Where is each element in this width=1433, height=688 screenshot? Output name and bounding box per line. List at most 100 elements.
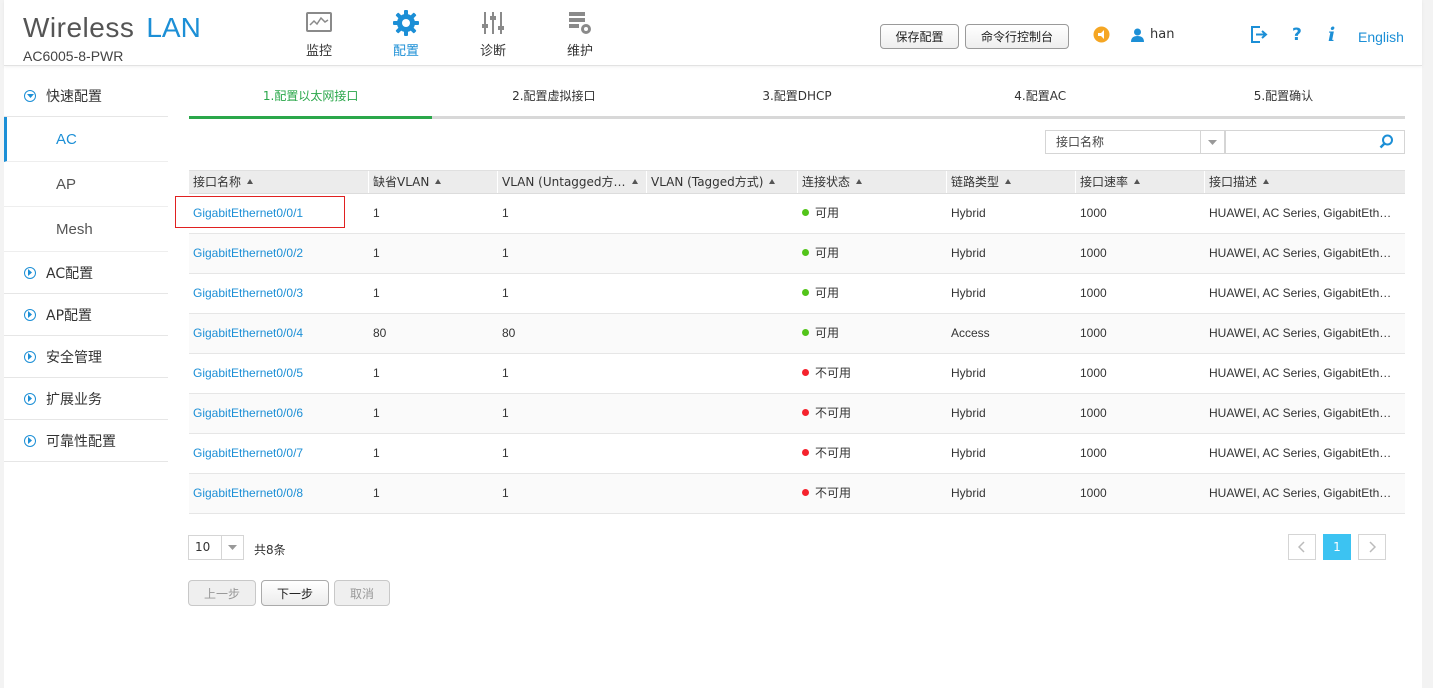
cell-link-type: Hybrid — [951, 246, 986, 260]
sidebar-item-label: 可靠性配置 — [46, 433, 116, 450]
wizard-step-3[interactable]: 3.配置DHCP — [675, 75, 918, 116]
table-row[interactable]: GigabitEthernet0/0/6 1 1 不可用 Hybrid 1000 HUAWE… — [189, 394, 1405, 434]
search-icon[interactable] — [1379, 134, 1394, 152]
sidebar-item-extended[interactable]: 扩展业务 — [4, 378, 168, 420]
col-header-desc[interactable]: 接口描述 — [1205, 171, 1405, 193]
nav-config[interactable]: 配置 — [376, 10, 436, 59]
cell-link-type: Hybrid — [951, 366, 986, 380]
sort-asc-icon — [435, 179, 442, 184]
cell-interface-name[interactable]: GigabitEthernet0/0/3 — [189, 274, 369, 313]
page-1-button[interactable]: 1 — [1323, 534, 1351, 560]
col-header-type[interactable]: 链路类型 — [947, 171, 1076, 193]
wizard-step-5[interactable]: 5.配置确认 — [1162, 75, 1405, 116]
alarm-icon[interactable] — [1093, 26, 1110, 46]
username[interactable]: han — [1150, 27, 1174, 42]
col-header-untagged[interactable]: VLAN (Untagged方… — [498, 171, 647, 193]
app-frame: Wireless LAN AC6005-8-PWR 监控 配置 诊断 维护 保存… — [4, 0, 1422, 688]
cell-tagged-vlan — [647, 314, 798, 353]
cancel-button[interactable]: 取消 — [334, 580, 390, 606]
sidebar-subitem-ac[interactable]: AC — [4, 117, 168, 162]
col-header-speed[interactable]: 接口速率 — [1076, 171, 1205, 193]
sidebar-item-reliability[interactable]: 可靠性配置 — [4, 420, 168, 462]
table-row[interactable]: GigabitEthernet0/0/3 1 1 可用 Hybrid 1000 HUAWEI… — [189, 274, 1405, 314]
cell-untagged-vlan: 1 — [502, 286, 509, 300]
cell-interface-name[interactable]: GigabitEthernet0/0/7 — [189, 434, 369, 473]
cell-description: HUAWEI, AC Series, GigabitEth… — [1209, 206, 1392, 220]
cli-console-button[interactable]: 命令行控制台 — [965, 24, 1069, 49]
status-down-dot — [802, 449, 809, 456]
cell-interface-name[interactable]: GigabitEthernet0/0/2 — [189, 234, 369, 273]
cell-link-type: Access — [951, 326, 990, 340]
status-down-dot — [802, 409, 809, 416]
cell-description: HUAWEI, AC Series, GigabitEth… — [1209, 446, 1392, 460]
cell-status: 不可用 — [798, 354, 947, 393]
nav-monitor[interactable]: 监控 — [289, 10, 349, 59]
sort-asc-icon — [247, 179, 254, 184]
sidebar-item-quick-config[interactable]: 快速配置 — [4, 75, 168, 117]
chevron-down-icon — [1200, 131, 1224, 153]
nav-maintain[interactable]: 维护 — [550, 10, 610, 59]
info-icon[interactable]: i — [1326, 24, 1338, 47]
next-page-button[interactable] — [1358, 534, 1386, 560]
cell-default-vlan: 1 — [373, 286, 380, 300]
cell-speed: 1000 — [1080, 326, 1107, 340]
col-header-tagged[interactable]: VLAN (Tagged方式) — [647, 171, 798, 193]
nav-maintain-label: 维护 — [566, 44, 593, 59]
logout-icon[interactable] — [1251, 26, 1268, 46]
cell-default-vlan: 1 — [373, 406, 380, 420]
cell-tagged-vlan — [647, 434, 798, 473]
cell-description: HUAWEI, AC Series, GigabitEth… — [1209, 246, 1392, 260]
chevron-right-icon — [1369, 541, 1376, 553]
sidebar-subitem-mesh[interactable]: Mesh — [4, 207, 168, 252]
gear-icon — [376, 10, 436, 36]
status-down-dot — [802, 369, 809, 376]
cell-status: 不可用 — [798, 394, 947, 433]
brand-title-part1: Wireless — [23, 12, 135, 43]
col-header-status[interactable]: 连接状态 — [798, 171, 947, 193]
svg-text:?: ? — [1292, 25, 1302, 44]
table-row[interactable]: GigabitEthernet0/0/1 1 1 可用 Hybrid 1000 HUAWEI… — [189, 194, 1405, 234]
cell-link-type: Hybrid — [951, 406, 986, 420]
search-input[interactable] — [1225, 130, 1405, 154]
cell-interface-name[interactable]: GigabitEthernet0/0/6 — [189, 394, 369, 433]
col-header-pvid[interactable]: 缺省VLAN — [369, 171, 498, 193]
sidebar-item-ap-config[interactable]: AP配置 — [4, 294, 168, 336]
page-size-select[interactable]: 10 — [188, 535, 244, 560]
cell-interface-name[interactable]: GigabitEthernet0/0/8 — [189, 474, 369, 513]
table-row[interactable]: GigabitEthernet0/0/5 1 1 不可用 Hybrid 1000 HUAWE… — [189, 354, 1405, 394]
table-row[interactable]: GigabitEthernet0/0/4 80 80 可用 Access 1000 HUAW… — [189, 314, 1405, 354]
cell-speed: 1000 — [1080, 446, 1107, 460]
search-field-select[interactable]: 接口名称 — [1045, 130, 1225, 154]
cell-untagged-vlan: 1 — [502, 206, 509, 220]
sidebar-subitem-ap[interactable]: AP — [4, 162, 168, 207]
table-row[interactable]: GigabitEthernet0/0/2 1 1 可用 Hybrid 1000 HUAWEI… — [189, 234, 1405, 274]
sidebar-item-ac-config[interactable]: AC配置 — [4, 252, 168, 294]
cell-interface-name[interactable]: GigabitEthernet0/0/1 — [189, 194, 369, 233]
wizard-step-2[interactable]: 2.配置虚拟接口 — [432, 75, 675, 116]
next-step-button[interactable]: 下一步 — [261, 580, 329, 606]
nav-diagnose[interactable]: 诊断 — [463, 10, 523, 59]
cell-description: HUAWEI, AC Series, GigabitEth… — [1209, 366, 1392, 380]
sidebar-item-label: 快速配置 — [46, 88, 102, 105]
sidebar-item-security[interactable]: 安全管理 — [4, 336, 168, 378]
wizard-step-1[interactable]: 1.配置以太网接口 — [189, 75, 433, 119]
cell-tagged-vlan — [647, 354, 798, 393]
cell-interface-name[interactable]: GigabitEthernet0/0/5 — [189, 354, 369, 393]
help-icon[interactable]: ? — [1290, 24, 1304, 47]
cell-status: 可用 — [798, 194, 947, 233]
col-header-name[interactable]: 接口名称 — [189, 171, 369, 193]
cell-status: 可用 — [798, 234, 947, 273]
table-row[interactable]: GigabitEthernet0/0/7 1 1 不可用 Hybrid 1000 HUAWE… — [189, 434, 1405, 474]
save-config-button[interactable]: 保存配置 — [880, 24, 959, 49]
cell-tagged-vlan — [647, 274, 798, 313]
cell-default-vlan: 1 — [373, 206, 380, 220]
language-switch[interactable]: English — [1358, 29, 1404, 45]
cell-interface-name[interactable]: GigabitEthernet0/0/4 — [189, 314, 369, 353]
wizard-step-4[interactable]: 4.配置AC — [919, 75, 1162, 116]
table-row[interactable]: GigabitEthernet0/0/8 1 1 不可用 Hybrid 1000 HUAWE… — [189, 474, 1405, 514]
interface-table: 接口名称 缺省VLAN VLAN (Untagged方… VLAN (Tagge… — [189, 170, 1405, 514]
sort-asc-icon — [1263, 179, 1270, 184]
prev-step-button[interactable]: 上一步 — [188, 580, 256, 606]
prev-page-button[interactable] — [1288, 534, 1316, 560]
nav-diagnose-label: 诊断 — [479, 44, 506, 59]
